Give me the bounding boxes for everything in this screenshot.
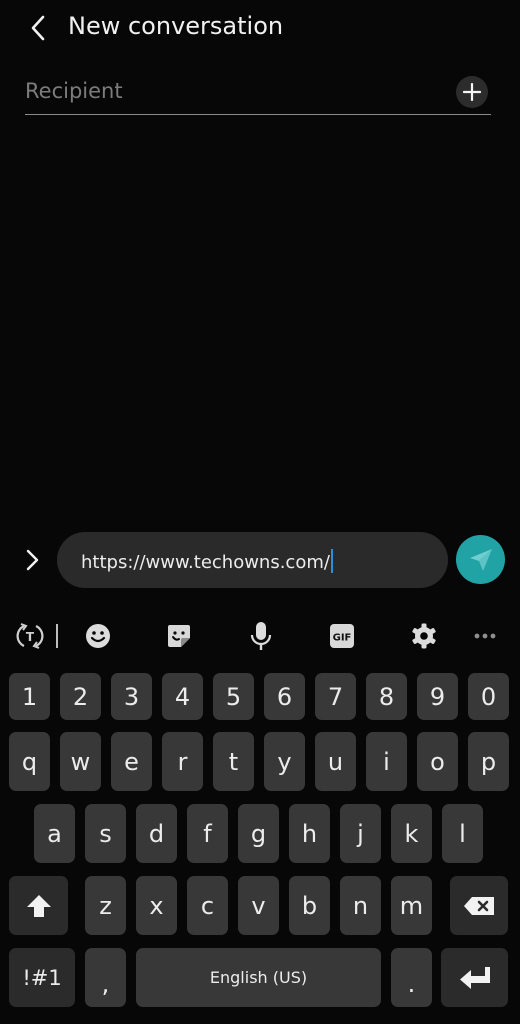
gif-icon: GIF [330, 624, 354, 648]
key-2[interactable]: 2 [60, 673, 101, 720]
symbols-key[interactable]: !#1 [9, 948, 75, 1007]
key-c[interactable]: c [187, 876, 228, 935]
key-7[interactable]: 7 [315, 673, 356, 720]
gear-icon [412, 623, 436, 649]
enter-key[interactable] [441, 948, 508, 1007]
recipient-input[interactable] [25, 74, 425, 108]
page-title: New conversation [68, 12, 284, 40]
key-4[interactable]: 4 [162, 673, 203, 720]
key-y[interactable]: y [264, 732, 305, 791]
key-i[interactable]: i [366, 732, 407, 791]
translate-icon: T [16, 623, 44, 649]
key-3[interactable]: 3 [111, 673, 152, 720]
voice-input-button[interactable] [245, 620, 277, 652]
microphone-icon [250, 622, 272, 650]
key-s[interactable]: s [85, 804, 126, 863]
send-button[interactable] [456, 535, 505, 584]
more-horizontal-icon [474, 633, 496, 639]
chevron-right-icon [26, 549, 39, 571]
emoji-button[interactable] [82, 620, 114, 652]
backspace-icon [464, 896, 494, 915]
key-o[interactable]: o [417, 732, 458, 791]
key-0[interactable]: 0 [468, 673, 509, 720]
key-b[interactable]: b [289, 876, 330, 935]
key-d[interactable]: d [136, 804, 177, 863]
key-x[interactable]: x [136, 876, 177, 935]
shift-icon [26, 894, 51, 917]
more-options-button[interactable] [469, 620, 501, 652]
shift-key[interactable] [9, 876, 68, 935]
key-1[interactable]: 1 [9, 673, 50, 720]
key-8[interactable]: 8 [366, 673, 407, 720]
plus-icon [463, 83, 481, 101]
back-button[interactable] [22, 10, 54, 46]
compose-bar: https://www.techowns.com/ [0, 530, 520, 590]
key-h[interactable]: h [289, 804, 330, 863]
keyboard-toolbar: T GIF [0, 614, 520, 658]
space-key[interactable]: English (US) [136, 948, 381, 1007]
chevron-left-icon [31, 15, 45, 41]
key-l[interactable]: l [442, 804, 483, 863]
period-key[interactable]: . [391, 948, 432, 1007]
toolbar-divider [56, 624, 58, 648]
sticker-icon [168, 625, 190, 647]
key-q[interactable]: q [9, 732, 50, 791]
emoji-icon [86, 624, 110, 648]
add-recipient-button[interactable] [456, 76, 488, 108]
text-caret [330, 549, 333, 573]
expand-options-button[interactable] [18, 546, 46, 574]
svg-text:GIF: GIF [333, 633, 352, 644]
key-e[interactable]: e [111, 732, 152, 791]
message-text: https://www.techowns.com/ [81, 552, 330, 573]
key-z[interactable]: z [85, 876, 126, 935]
sticker-button[interactable] [163, 620, 195, 652]
key-f[interactable]: f [187, 804, 228, 863]
key-9[interactable]: 9 [417, 673, 458, 720]
key-p[interactable]: p [468, 732, 509, 791]
key-k[interactable]: k [391, 804, 432, 863]
message-input[interactable]: https://www.techowns.com/ [57, 532, 448, 588]
key-a[interactable]: a [34, 804, 75, 863]
key-6[interactable]: 6 [264, 673, 305, 720]
key-r[interactable]: r [162, 732, 203, 791]
key-g[interactable]: g [238, 804, 279, 863]
comma-key[interactable]: , [85, 948, 126, 1007]
key-j[interactable]: j [340, 804, 381, 863]
key-u[interactable]: u [315, 732, 356, 791]
key-m[interactable]: m [391, 876, 432, 935]
keyboard-settings-button[interactable] [408, 620, 440, 652]
svg-text:T: T [26, 630, 35, 644]
translate-button[interactable]: T [14, 620, 46, 652]
send-icon [469, 548, 492, 571]
app-header: New conversation [0, 0, 520, 56]
key-n[interactable]: n [340, 876, 381, 935]
recipient-field-container [25, 70, 491, 115]
key-v[interactable]: v [238, 876, 279, 935]
key-w[interactable]: w [60, 732, 101, 791]
enter-icon [459, 966, 490, 989]
backspace-key[interactable] [450, 876, 508, 935]
gif-button[interactable]: GIF [326, 620, 358, 652]
key-5[interactable]: 5 [213, 673, 254, 720]
key-t[interactable]: t [213, 732, 254, 791]
